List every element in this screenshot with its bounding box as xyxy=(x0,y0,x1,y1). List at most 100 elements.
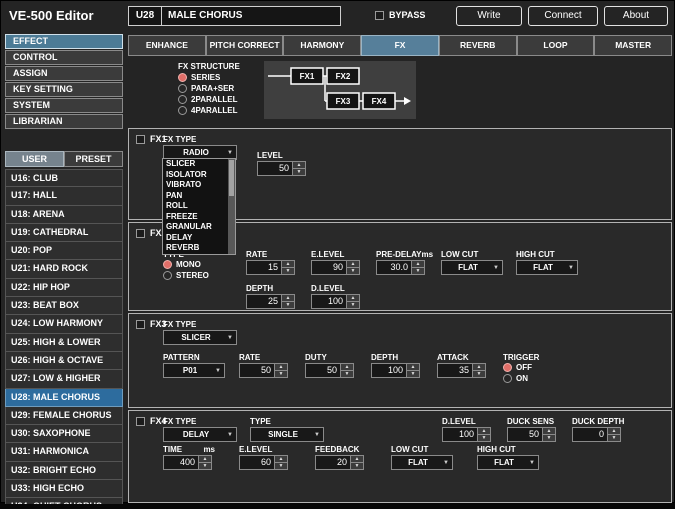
dropdown-option-vibrato[interactable]: VIBRATO xyxy=(163,180,228,191)
patch-item[interactable]: U34: QUIET CHORUS xyxy=(5,498,123,504)
duck-sens-decrement-button[interactable]: ▼ xyxy=(543,434,555,441)
patch-item[interactable]: U27: LOW & HIGHER xyxy=(5,370,123,388)
dropdown-option-delay[interactable]: DELAY xyxy=(163,233,228,244)
patch-item[interactable]: U22: HIP HOP xyxy=(5,279,123,297)
structure-option-series[interactable]: SERIES xyxy=(178,73,238,82)
attack-spinner: 35▲▼ xyxy=(437,363,489,378)
depth-value[interactable]: 100 xyxy=(371,363,407,378)
attack-value[interactable]: 35 xyxy=(437,363,473,378)
sidebar-item-key-setting[interactable]: KEY SETTING xyxy=(5,82,123,97)
e-level-value[interactable]: 60 xyxy=(239,455,275,470)
tab-loop[interactable]: LOOP xyxy=(517,35,595,56)
patch-item[interactable]: U19: CATHEDRAL xyxy=(5,224,123,242)
fx3-enable-checkbox[interactable] xyxy=(136,320,145,329)
feedback-decrement-button[interactable]: ▼ xyxy=(351,462,363,469)
patch-item[interactable]: U20: POP xyxy=(5,242,123,260)
duty-decrement-button[interactable]: ▼ xyxy=(341,370,353,377)
patch-item[interactable]: U26: HIGH & OCTAVE xyxy=(5,352,123,370)
low-cut-select[interactable]: FLAT▼ xyxy=(391,455,453,470)
sidebar-item-librarian[interactable]: LIBRARIAN xyxy=(5,114,123,129)
depth-value[interactable]: 25 xyxy=(246,294,282,309)
structure-option-2parallel[interactable]: 2PARALLEL xyxy=(178,95,238,104)
low-cut-select[interactable]: FLAT▼ xyxy=(441,260,503,275)
patch-item[interactable]: U23: BEAT BOX xyxy=(5,297,123,315)
dropdown-option-freeze[interactable]: FREEZE xyxy=(163,212,228,223)
fx-type-select[interactable]: SLICER▼ xyxy=(163,330,237,345)
tab-harmony[interactable]: HARMONY xyxy=(283,35,361,56)
duty-value[interactable]: 50 xyxy=(305,363,341,378)
rate-value[interactable]: 50 xyxy=(239,363,275,378)
sidebar-item-control[interactable]: CONTROL xyxy=(5,50,123,65)
patch-item[interactable]: U24: LOW HARMONY xyxy=(5,315,123,333)
d-level-value[interactable]: 100 xyxy=(442,427,478,442)
level-decrement-button[interactable]: ▼ xyxy=(293,168,305,175)
high-cut-select[interactable]: FLAT▼ xyxy=(516,260,578,275)
rate-decrement-button[interactable]: ▼ xyxy=(275,370,287,377)
d-level-value[interactable]: 100 xyxy=(311,294,347,309)
type-select[interactable]: SINGLE▼ xyxy=(250,427,324,442)
e-level-value[interactable]: 90 xyxy=(311,260,347,275)
tab-fx[interactable]: FX xyxy=(361,35,439,56)
dropdown-option-granular[interactable]: GRANULAR xyxy=(163,222,228,233)
feedback-value[interactable]: 20 xyxy=(315,455,351,470)
fx-type-select[interactable]: DELAY▼ xyxy=(163,427,237,442)
depth-decrement-button[interactable]: ▼ xyxy=(282,301,294,308)
patch-item[interactable]: U33: HIGH ECHO xyxy=(5,480,123,498)
fx1-enable-checkbox[interactable] xyxy=(136,135,145,144)
rate-decrement-button[interactable]: ▼ xyxy=(282,267,294,274)
patch-item[interactable]: U21: HARD ROCK xyxy=(5,260,123,278)
main-area: ENHANCEPITCH CORRECTHARMONYFXREVERBLOOPM… xyxy=(128,1,673,504)
e-level-decrement-button[interactable]: ▼ xyxy=(347,267,359,274)
dropdown-scrollbar[interactable] xyxy=(228,159,235,254)
tab-master[interactable]: MASTER xyxy=(594,35,672,56)
dropdown-option-reverb[interactable]: REVERB xyxy=(163,243,228,254)
pre-delay-value[interactable]: 30.0 xyxy=(376,260,412,275)
rate-value[interactable]: 15 xyxy=(246,260,282,275)
type-option-mono[interactable]: MONO xyxy=(163,260,233,269)
duck-depth-value[interactable]: 0 xyxy=(572,427,608,442)
patch-item[interactable]: U16: CLUB xyxy=(5,169,123,187)
bank-tab-user[interactable]: USER xyxy=(5,151,64,167)
fx2-enable-checkbox[interactable] xyxy=(136,229,145,238)
pattern-select[interactable]: P01▼ xyxy=(163,363,225,378)
tab-pitch-correct[interactable]: PITCH CORRECT xyxy=(206,35,284,56)
dropdown-option-pan[interactable]: PAN xyxy=(163,191,228,202)
time-value[interactable]: 400 xyxy=(163,455,199,470)
attack-decrement-button[interactable]: ▼ xyxy=(473,370,485,377)
time-decrement-button[interactable]: ▼ xyxy=(199,462,211,469)
trigger-option-off[interactable]: OFF xyxy=(503,363,573,372)
depth-decrement-button[interactable]: ▼ xyxy=(407,370,419,377)
tab-reverb[interactable]: REVERB xyxy=(439,35,517,56)
patch-item[interactable]: U18: ARENA xyxy=(5,206,123,224)
high-cut-select[interactable]: FLAT▼ xyxy=(477,455,539,470)
dropdown-option-roll[interactable]: ROLL xyxy=(163,201,228,212)
duck-sens-value[interactable]: 50 xyxy=(507,427,543,442)
scrollbar-thumb[interactable] xyxy=(229,160,234,196)
patch-item[interactable]: U30: SAXOPHONE xyxy=(5,425,123,443)
trigger-option-on[interactable]: ON xyxy=(503,374,573,383)
radio-icon xyxy=(178,106,187,115)
bank-tab-preset[interactable]: PRESET xyxy=(64,151,123,167)
patch-item[interactable]: U28: MALE CHORUS xyxy=(5,389,123,407)
sidebar-item-effect[interactable]: EFFECT xyxy=(5,34,123,49)
sidebar-item-system[interactable]: SYSTEM xyxy=(5,98,123,113)
dropdown-option-isolator[interactable]: ISOLATOR xyxy=(163,170,228,181)
dropdown-option-slicer[interactable]: SLICER xyxy=(163,159,228,170)
pre-delay-decrement-button[interactable]: ▼ xyxy=(412,267,424,274)
patch-item[interactable]: U25: HIGH & LOWER xyxy=(5,334,123,352)
patch-item[interactable]: U31: HARMONICA xyxy=(5,443,123,461)
structure-option-para-ser[interactable]: PARA+SER xyxy=(178,84,238,93)
duck-depth-decrement-button[interactable]: ▼ xyxy=(608,434,620,441)
fx4-enable-checkbox[interactable] xyxy=(136,417,145,426)
level-value[interactable]: 50 xyxy=(257,161,293,176)
d-level-decrement-button[interactable]: ▼ xyxy=(478,434,490,441)
type-option-stereo[interactable]: STEREO xyxy=(163,271,233,280)
structure-option-4parallel[interactable]: 4PARALLEL xyxy=(178,106,238,115)
e-level-decrement-button[interactable]: ▼ xyxy=(275,462,287,469)
sidebar-item-assign[interactable]: ASSIGN xyxy=(5,66,123,81)
patch-item[interactable]: U29: FEMALE CHORUS xyxy=(5,407,123,425)
d-level-decrement-button[interactable]: ▼ xyxy=(347,301,359,308)
patch-item[interactable]: U32: BRIGHT ECHO xyxy=(5,462,123,480)
patch-item[interactable]: U17: HALL xyxy=(5,187,123,205)
tab-enhance[interactable]: ENHANCE xyxy=(128,35,206,56)
